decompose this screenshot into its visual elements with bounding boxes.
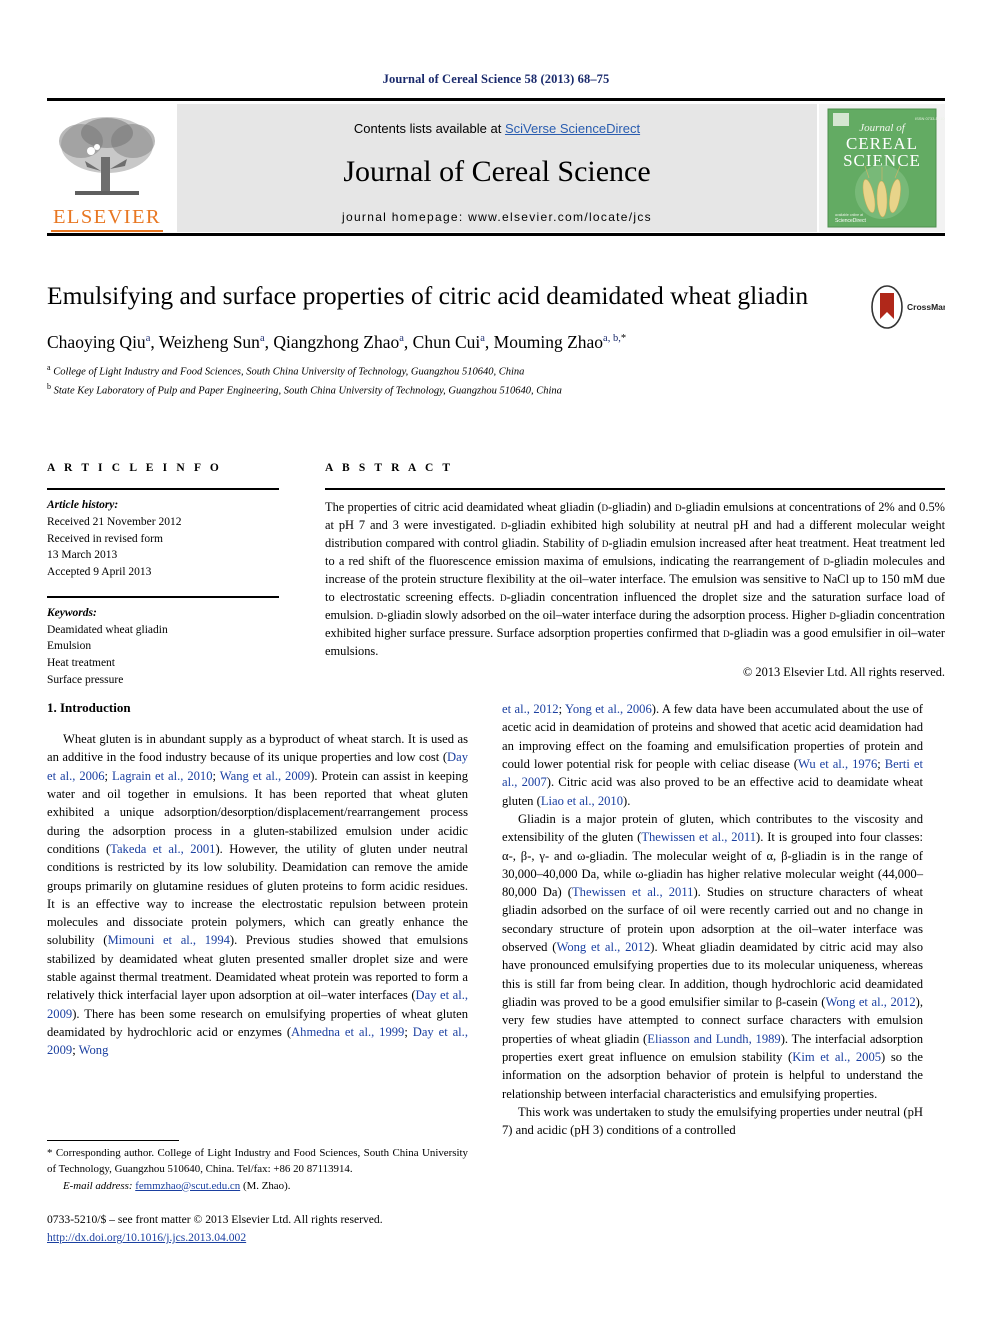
affiliation-a-text: College of Light Industry and Food Scien… xyxy=(53,366,525,378)
masthead-center-panel: Contents lists available at SciVerse Sci… xyxy=(177,104,817,232)
affiliation-b: b State Key Laboratory of Pulp and Paper… xyxy=(47,381,945,399)
crossmark-badge[interactable]: CrossMark xyxy=(867,283,945,331)
author-3-sep: , xyxy=(403,332,413,353)
journal-masthead: ELSEVIER Contents lists available at Sci… xyxy=(47,98,945,236)
affiliation-b-mark: b xyxy=(47,381,51,391)
footnote-rule xyxy=(47,1140,179,1141)
author-4-sep: , xyxy=(484,332,494,353)
article-info-rule-top xyxy=(47,488,279,490)
author-5-affil-mark: a, b, xyxy=(603,333,621,345)
intro-paragraph-right-1: et al., 2012; Yong et al., 2006). A few … xyxy=(502,702,923,808)
affiliation-a: a College of Light Industry and Food Sci… xyxy=(47,362,945,380)
affiliation-a-mark: a xyxy=(47,363,51,373)
journal-title: Journal of Cereal Science xyxy=(343,155,651,188)
email-owner: (M. Zhao). xyxy=(242,1179,291,1192)
footnote-corresponding-text: * Corresponding author. College of Light… xyxy=(47,1147,468,1175)
author-3-name: Qiangzhong Zhao xyxy=(273,332,400,353)
article-history-label: Article history: xyxy=(47,499,119,511)
affiliation-list: a College of Light Industry and Food Sci… xyxy=(47,362,945,399)
svg-text:Journal of: Journal of xyxy=(859,122,906,134)
elsevier-underline xyxy=(51,230,163,232)
history-line-2: Received in revised form xyxy=(47,532,163,545)
body-column-left: 1. Introduction Wheat gluten is in abund… xyxy=(47,700,468,1060)
article-info-column: A R T I C L E I N F O Article history: R… xyxy=(47,462,279,689)
journal-homepage-line[interactable]: journal homepage: www.elsevier.com/locat… xyxy=(177,210,817,224)
author-2-name: Weizheng Sun xyxy=(158,332,260,353)
article-history: Article history: Received 21 November 20… xyxy=(47,497,279,581)
section-heading-introduction: 1. Introduction xyxy=(47,700,131,715)
author-list: Chaoying Qiua, Weizheng Suna, Qiangzhong… xyxy=(47,332,945,353)
intro-paragraph-left-1: Wheat gluten is in abundant supply as a … xyxy=(47,732,468,1058)
elsevier-logo[interactable]: ELSEVIER xyxy=(47,104,167,232)
article-info-rule-mid xyxy=(47,595,279,598)
intro-paragraph-right-2: Gliadin is a major protein of gluten, wh… xyxy=(502,811,924,1101)
keywords-label: Keywords: xyxy=(47,606,97,619)
elsevier-tree-icon xyxy=(51,111,163,205)
masthead-bottom-rule xyxy=(47,233,945,236)
intro-paragraph-right-3: This work was undertaken to study the em… xyxy=(502,1104,923,1138)
author-2: Weizheng Suna, xyxy=(159,332,274,352)
article-title: Emulsifying and surface properties of ci… xyxy=(47,281,809,310)
author-1: Chaoying Qiua, xyxy=(47,332,159,352)
history-line-4: Accepted 9 April 2013 xyxy=(47,566,152,579)
body-column-right: et al., 2012; Yong et al., 2006). A few … xyxy=(502,700,923,1140)
article-page: Journal of Cereal Science 58 (2013) 68–7… xyxy=(0,0,992,1323)
author-4: Chun Cuia, xyxy=(413,332,494,352)
article-info-heading: A R T I C L E I N F O xyxy=(47,462,222,474)
corresponding-email-link[interactable]: femmzhao@scut.edu.cn xyxy=(135,1180,240,1192)
masthead-top-rule xyxy=(47,98,945,101)
title-block: Emulsifying and surface properties of ci… xyxy=(47,280,945,399)
email-label: E-mail address: xyxy=(63,1179,133,1192)
abstract-rule xyxy=(325,488,945,490)
corresponding-author-marker: * xyxy=(620,333,627,345)
author-5-name: Mouming Zhao xyxy=(493,332,604,353)
svg-text:ScienceDirect: ScienceDirect xyxy=(835,218,866,224)
author-4-name: Chun Cui xyxy=(412,332,481,353)
running-head: Journal of Cereal Science 58 (2013) 68–7… xyxy=(382,72,610,86)
affiliation-b-text: State Key Laboratory of Pulp and Paper E… xyxy=(53,385,562,397)
abstract-column: A B S T R A C T The properties of citric… xyxy=(325,462,945,680)
sciencedirect-link[interactable]: SciVerse ScienceDirect xyxy=(505,121,640,136)
author-5: Mouming Zhaoa, b,* xyxy=(494,332,626,352)
keyword-1: Deamidated wheat gliadin xyxy=(47,623,168,636)
keyword-4: Surface pressure xyxy=(47,674,124,687)
author-1-name: Chaoying Qiu xyxy=(47,332,146,353)
abstract-copyright: © 2013 Elsevier Ltd. All rights reserved… xyxy=(742,664,945,679)
author-3: Qiangzhong Zhaoa, xyxy=(273,332,412,352)
svg-text:CrossMark: CrossMark xyxy=(907,302,945,312)
issn-copyright-line: 0733-5210/$ – see front matter © 2013 El… xyxy=(47,1213,383,1226)
elsevier-wordmark: ELSEVIER xyxy=(53,205,161,228)
doi-link[interactable]: http://dx.doi.org/10.1016/j.jcs.2013.04.… xyxy=(47,1231,246,1244)
history-line-3: 13 March 2013 xyxy=(47,549,118,562)
svg-text:available online at: available online at xyxy=(835,213,863,217)
abstract-heading: A B S T R A C T xyxy=(325,462,454,474)
footnote-email-line: E-mail address: femmzhao@scut.edu.cn (M.… xyxy=(47,1179,468,1195)
abstract-text: The properties of citric acid deamidated… xyxy=(325,500,946,658)
keyword-3: Heat treatment xyxy=(47,657,116,670)
journal-cover-thumbnail[interactable]: ISSN 0733-5210 Journal of CEREAL SCIENCE… xyxy=(819,104,945,232)
colophon: 0733-5210/$ – see front matter © 2013 El… xyxy=(47,1211,517,1247)
corresponding-author-footnote: * Corresponding author. College of Light… xyxy=(47,1140,468,1194)
keyword-2: Emulsion xyxy=(47,640,92,653)
contents-prefix: Contents lists available at xyxy=(353,121,505,136)
author-1-sep: , xyxy=(150,332,159,353)
contents-available-line: Contents lists available at SciVerse Sci… xyxy=(177,121,817,136)
svg-text:ISSN 0733-5210: ISSN 0733-5210 xyxy=(915,116,945,121)
keywords-block: Keywords: Deamidated wheat gliadin Emuls… xyxy=(47,605,279,689)
history-line-1: Received 21 November 2012 xyxy=(47,515,182,528)
